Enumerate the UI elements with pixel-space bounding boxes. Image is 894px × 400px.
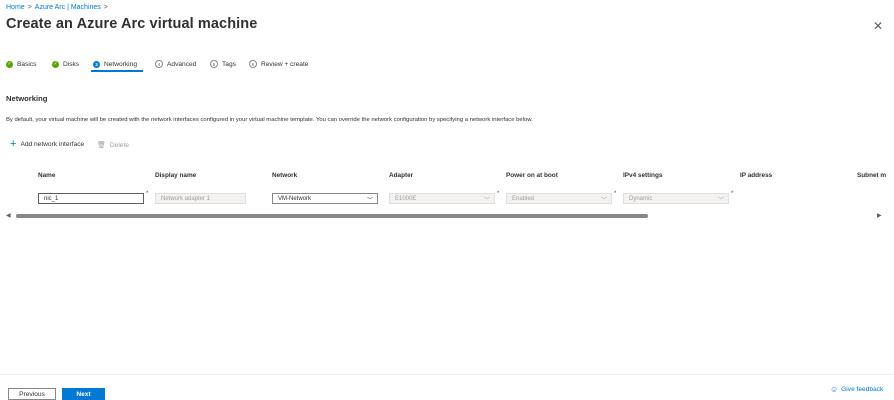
required-indicator: * [146,191,149,197]
adapter-dropdown: E1000E ﹀ [389,193,495,204]
section-title: Networking [6,94,48,103]
step-number-icon: 4 [155,60,163,68]
add-network-interface-button[interactable]: + Add network interface [10,138,85,150]
tab-label: Networking [104,60,137,68]
display-name-input: Network adapter 1 [155,193,246,204]
step-number-icon: 3 [93,60,100,68]
plus-icon: + [10,138,17,150]
delete-button[interactable]: 🗑 Delete [97,141,129,150]
tab-label: Tags [222,60,236,68]
breadcrumb: Home > Azure Arc | Machines > [6,4,111,11]
page-title: Create an Azure Arc virtual machine [6,16,258,32]
adapter-value: E1000E [395,195,417,202]
footer-divider [0,374,894,375]
column-header-network: Network [272,172,298,179]
give-feedback-link[interactable]: ☺ Give feedback [830,385,883,394]
chevron-down-icon: ﹀ [366,198,373,204]
give-feedback-label: Give feedback [841,386,884,393]
ipv4-settings-value: Dynamic [629,195,653,202]
tab-tags[interactable]: 5 Tags [210,58,236,70]
tab-basics[interactable]: ✓ Basics [6,58,36,70]
scroll-right-arrow-icon[interactable]: ▶ [877,212,882,219]
breadcrumb-home[interactable]: Home [6,4,25,11]
next-button[interactable]: Next [62,388,105,400]
active-tab-indicator [91,70,143,72]
column-header-ip-address: IP address [740,172,773,179]
breadcrumb-separator: > [103,4,108,11]
trash-icon: 🗑 [97,142,106,149]
feedback-icon: ☺ [830,385,839,394]
required-indicator: * [614,191,617,197]
chevron-down-icon: ﹀ [600,198,607,204]
checkmark-icon: ✓ [6,60,13,68]
scroll-left-arrow-icon[interactable]: ◀ [6,212,11,219]
tab-label: Basics [17,60,37,68]
column-header-subnet-mask: Subnet m [857,172,887,179]
column-header-adapter: Adapter [389,172,414,179]
tab-review-create[interactable]: 6 Review + create [249,58,308,70]
column-header-power-on-at-boot: Power on at boot [506,172,558,179]
tab-label: Advanced [167,60,197,68]
network-dropdown[interactable]: VM-Network ﹀ [272,193,378,204]
network-value: VM-Network [278,195,312,202]
more-options-icon[interactable]: ... [228,21,239,31]
required-indicator: * [497,191,500,197]
add-network-interface-label: Add network interface [20,140,85,148]
power-on-boot-value: Enabled [512,195,535,202]
tab-networking[interactable]: 3 Networking [93,58,137,70]
delete-label: Delete [109,141,129,149]
tab-disks[interactable]: ✓ Disks [52,58,79,70]
nic-name-input[interactable]: nic_1 [38,193,144,204]
step-number-icon: 5 [210,60,218,68]
chevron-down-icon: ﹀ [717,198,724,204]
chevron-down-icon: ﹀ [483,198,490,204]
power-on-boot-dropdown: Enabled ﹀ [506,193,612,204]
step-number-icon: 6 [249,60,257,68]
breadcrumb-separator: > [27,4,32,11]
column-header-name: Name [38,172,56,179]
breadcrumb-azure-arc-machines[interactable]: Azure Arc | Machines [35,4,101,11]
required-indicator: * [731,191,734,197]
close-icon[interactable]: ✕ [873,19,883,33]
tab-label: Disks [63,60,80,68]
previous-button[interactable]: Previous [8,388,56,400]
checkmark-icon: ✓ [52,60,59,68]
column-header-display-name: Display name [155,172,197,179]
tab-advanced[interactable]: 4 Advanced [155,58,196,70]
column-header-ipv4-settings: IPv4 settings [623,172,663,179]
scrollbar-thumb[interactable] [16,214,648,218]
section-description: By default, your virtual machine will be… [6,117,533,123]
ipv4-settings-dropdown: Dynamic ﹀ [623,193,729,204]
tab-label: Review + create [261,60,309,68]
